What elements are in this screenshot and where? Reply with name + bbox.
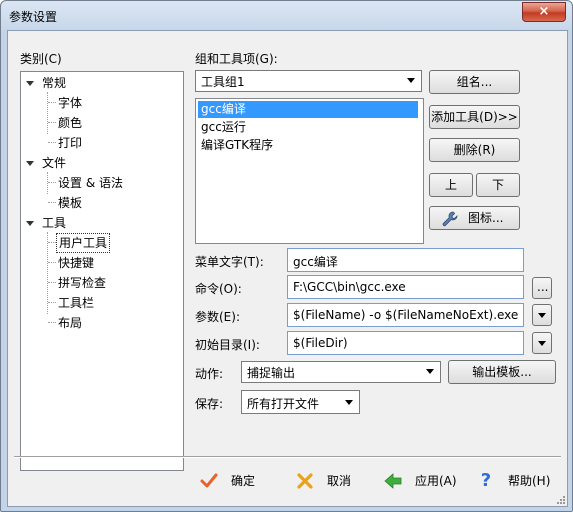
tree-node-layout[interactable]: 布局 (58, 314, 82, 332)
collapse-arrow-icon[interactable] (26, 221, 34, 226)
tree-connector (48, 102, 56, 103)
icon-button-label: 图标... (468, 211, 504, 225)
chevron-down-icon (407, 78, 415, 83)
category-tree[interactable]: 常规 字体 颜色 打印 文件 设置 & 语法 模板 工具 用户工具 快捷键 拼写… (20, 71, 184, 471)
wrench-icon (442, 211, 458, 227)
tree-connector (47, 172, 48, 194)
menu-text-label: 菜单文字(T): (195, 255, 264, 269)
initdir-value: $(FileDir) (293, 336, 348, 350)
tree-node-spellcheck[interactable]: 拼写检查 (58, 274, 106, 292)
command-field[interactable]: F:\GCC\bin\gcc.exe (287, 275, 524, 299)
tree-connector (47, 92, 48, 134)
tree-node-color[interactable]: 颜色 (58, 114, 82, 132)
tree-node-file[interactable]: 文件 (42, 154, 66, 172)
title-bar[interactable]: 参数设置 × (1, 1, 572, 31)
delete-button[interactable]: 删除(R) (429, 138, 520, 162)
group-label: 组和工具项(G): (195, 52, 278, 66)
args-field[interactable]: $(FileName) -o $(FileNameNoExt).exe (287, 303, 524, 327)
menu-text-value: gcc编译 (293, 255, 338, 269)
collapse-arrow-icon[interactable] (26, 161, 34, 166)
chevron-down-icon (538, 341, 546, 346)
tree-node-toolbar[interactable]: 工具栏 (58, 294, 94, 312)
move-up-button[interactable]: 上 (429, 173, 473, 197)
tree-connector (48, 242, 56, 243)
tool-group-select[interactable]: 工具组1 (195, 70, 422, 92)
args-menu-button[interactable] (532, 304, 552, 326)
tool-group-value: 工具组1 (201, 75, 245, 89)
arrow-left-icon (384, 473, 402, 489)
add-tool-button[interactable]: 添加工具(D)>> (429, 105, 520, 129)
args-label: 参数(E): (195, 310, 240, 324)
args-value: $(FileName) -o $(FileNameNoExt).exe (293, 308, 519, 322)
action-value: 捕捉输出 (247, 366, 296, 380)
output-template-button[interactable]: 输出模板... (448, 360, 556, 384)
move-down-button[interactable]: 下 (476, 173, 520, 197)
icon-button[interactable]: 图标... (429, 206, 520, 230)
chevron-down-icon (426, 369, 434, 374)
separator (14, 456, 561, 458)
command-label: 命令(O): (195, 282, 242, 296)
action-label: 动作: (195, 367, 224, 381)
cross-icon (297, 473, 313, 489)
ok-button[interactable]: 确定 (199, 466, 269, 496)
tree-connector (48, 182, 56, 183)
browse-button[interactable]: ... (532, 277, 552, 299)
chevron-down-icon (345, 400, 353, 405)
tree-connector (48, 122, 56, 123)
cancel-button[interactable]: 取消 (295, 466, 365, 496)
initdir-menu-button[interactable] (532, 332, 552, 354)
tree-node-tools[interactable]: 工具 (42, 214, 66, 232)
tree-node-user-tools[interactable]: 用户工具 (56, 233, 111, 253)
tree-node-syntax[interactable]: 设置 & 语法 (58, 174, 123, 192)
tool-list[interactable]: gcc编译 gcc运行 编译GTK程序 (195, 98, 424, 244)
cancel-label: 取消 (327, 474, 352, 488)
action-select[interactable]: 捕捉输出 (241, 361, 441, 383)
save-value: 所有打开文件 (247, 397, 320, 411)
tree-node-print[interactable]: 打印 (58, 134, 82, 152)
help-icon: ? (480, 470, 492, 491)
save-select[interactable]: 所有打开文件 (241, 390, 360, 414)
initdir-label: 初始目录(I): (195, 338, 260, 352)
chevron-down-icon (538, 313, 546, 318)
tree-connector (48, 322, 56, 323)
collapse-arrow-icon[interactable] (26, 81, 34, 86)
tree-node-font[interactable]: 字体 (58, 94, 82, 112)
resize-grip-icon[interactable] (555, 494, 565, 504)
tree-connector (48, 142, 56, 143)
tool-list-item[interactable]: gcc编译 (198, 101, 418, 118)
help-button[interactable]: ? 帮助(H) (476, 466, 556, 496)
dialog-body: 类别(C) 常规 字体 颜色 打印 文件 设置 & 语法 模板 工具 用户工具 … (7, 30, 568, 507)
tree-connector (48, 302, 56, 303)
group-name-button[interactable]: 组名... (429, 70, 520, 94)
ok-label: 确定 (231, 474, 256, 488)
apply-label: 应用(A) (415, 474, 457, 488)
tool-list-item[interactable]: 编译GTK程序 (198, 137, 276, 154)
initdir-field[interactable]: $(FileDir) (287, 331, 524, 355)
command-value: F:\GCC\bin\gcc.exe (293, 280, 406, 294)
checkmark-icon (200, 473, 218, 488)
help-label: 帮助(H) (508, 474, 551, 488)
window-title: 参数设置 (9, 10, 58, 24)
category-label: 类别(C) (20, 52, 62, 66)
tree-connector (48, 262, 56, 263)
apply-button[interactable]: 应用(A) (383, 466, 463, 496)
tree-connector (48, 282, 56, 283)
tree-node-template[interactable]: 模板 (58, 194, 82, 212)
tree-connector (48, 202, 56, 203)
close-button[interactable]: × (522, 2, 566, 22)
browse-label: ... (537, 280, 549, 294)
tree-node-general[interactable]: 常规 (42, 74, 66, 92)
tree-node-shortcuts[interactable]: 快捷键 (58, 254, 94, 272)
settings-window: 参数设置 × 类别(C) 常规 字体 颜色 打印 文件 设置 & 语法 模板 工… (0, 0, 573, 512)
save-label: 保存: (195, 397, 224, 411)
tool-list-item[interactable]: gcc运行 (198, 119, 249, 136)
menu-text-field[interactable]: gcc编译 (287, 248, 524, 272)
